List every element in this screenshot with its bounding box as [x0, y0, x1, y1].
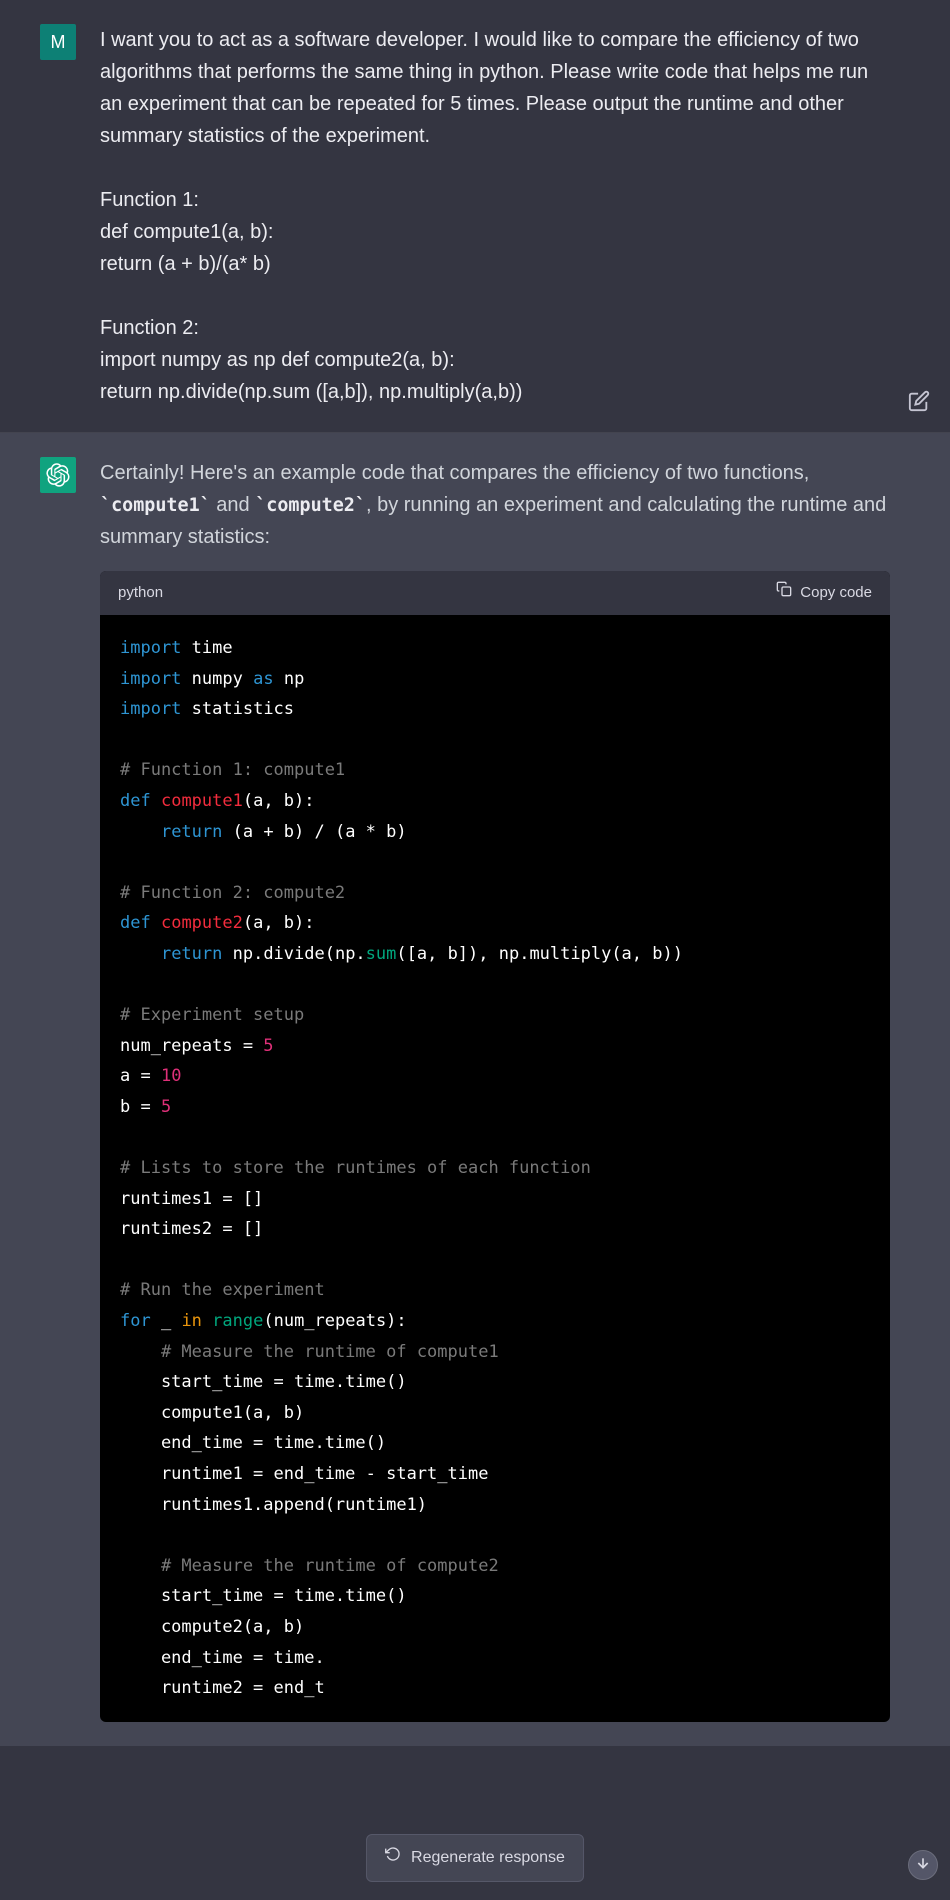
inline-code-1: `compute1`	[100, 495, 211, 516]
code-block: python Copy code import time import nump…	[100, 571, 890, 1722]
arrow-down-icon	[915, 1849, 931, 1881]
assistant-avatar	[40, 457, 76, 493]
user-message: M I want you to act as a software develo…	[0, 0, 950, 433]
intro-pre: Certainly! Here's an example code that c…	[100, 462, 809, 484]
user-avatar: M	[40, 24, 76, 60]
user-message-text: I want you to act as a software develope…	[100, 24, 890, 408]
inline-code-2: `compute2`	[255, 495, 366, 516]
assistant-message: Certainly! Here's an example code that c…	[0, 433, 950, 1746]
copy-code-label: Copy code	[800, 581, 872, 605]
regenerate-button[interactable]: Regenerate response	[366, 1834, 584, 1882]
code-body[interactable]: import time import numpy as np import st…	[100, 615, 890, 1722]
user-avatar-letter: M	[51, 28, 66, 57]
code-language-label: python	[118, 581, 163, 605]
user-content: I want you to act as a software develope…	[100, 24, 890, 408]
code-header: python Copy code	[100, 571, 890, 615]
clipboard-icon	[776, 581, 792, 605]
scroll-down-button[interactable]	[908, 1850, 938, 1880]
assistant-intro: Certainly! Here's an example code that c…	[100, 457, 890, 553]
intro-mid: and	[211, 494, 255, 516]
copy-code-button[interactable]: Copy code	[776, 581, 872, 605]
regenerate-label: Regenerate response	[411, 1845, 565, 1871]
refresh-icon	[385, 1845, 401, 1871]
edit-icon[interactable]	[908, 390, 930, 412]
assistant-content: Certainly! Here's an example code that c…	[100, 457, 890, 1722]
